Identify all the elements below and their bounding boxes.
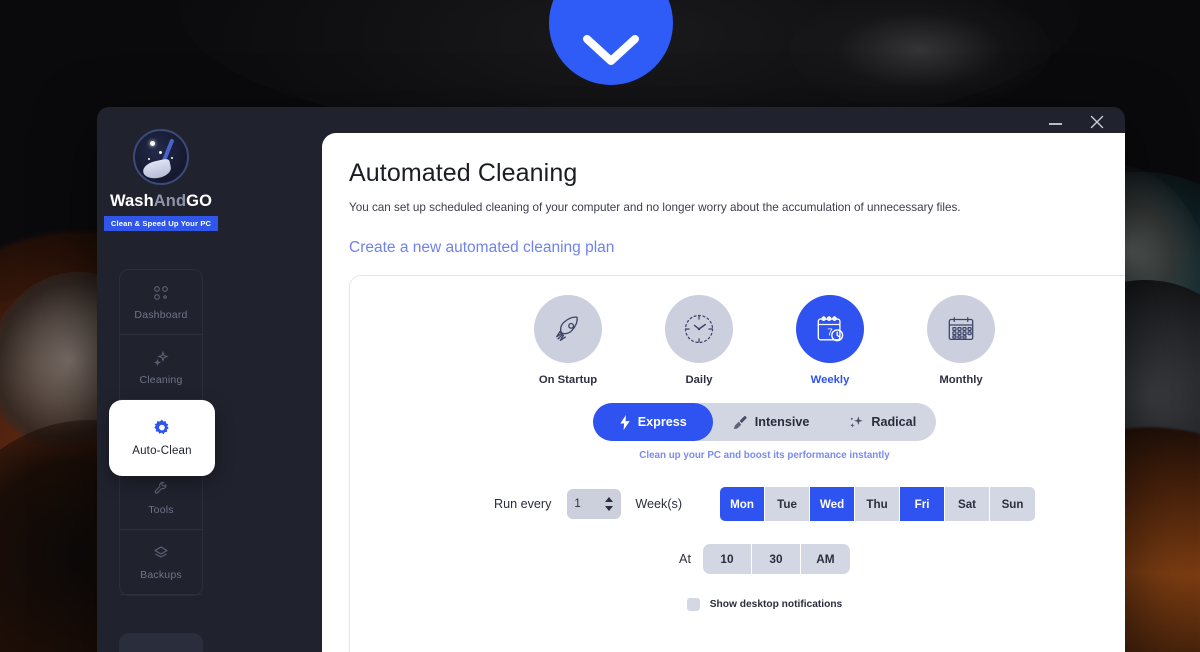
schedule-type-daily[interactable]: Daily: [665, 295, 733, 386]
sidebar-item-label: Backups: [140, 568, 182, 581]
sidebar-item-label: Dashboard: [134, 308, 188, 321]
cleaning-mode-row: Express Intensive Radical: [350, 403, 1125, 441]
cleaning-mode-tabs: Express Intensive Radical: [592, 403, 937, 441]
weekday-tue[interactable]: Tue: [765, 487, 811, 521]
sidebar-nav: Dashboard Cleaning Tools Backups Auto-Cl…: [109, 269, 215, 596]
plan-card: On Startup Daily 7 Weekly Monthly Expres…: [349, 275, 1125, 652]
weekday-fri[interactable]: Fri: [900, 487, 946, 521]
show-notifications-label: Show desktop notifications: [709, 599, 843, 610]
time-picker: 10 30 AM: [702, 544, 850, 574]
sidebar-item-label: Auto-Clean: [132, 444, 192, 457]
schedule-type-selector: On Startup Daily 7 Weekly Monthly: [350, 276, 1125, 386]
notifications-row: Show desktop notifications: [350, 598, 1125, 611]
stepper-arrows-icon[interactable]: [604, 496, 614, 512]
brand-name-part1: Wash: [109, 192, 154, 210]
clock-icon: [665, 295, 733, 363]
scroll-down-badge[interactable]: [549, 0, 673, 85]
wallpaper-decor: [790, 0, 1050, 110]
mode-tab-label: Radical: [871, 415, 917, 429]
sidebar-item-label: Tools: [148, 503, 174, 516]
mode-tab-express[interactable]: Express: [592, 403, 713, 441]
mode-tab-label: Express: [637, 415, 687, 429]
weekday-wed[interactable]: Wed: [810, 487, 856, 521]
dashboard-grid-icon: [153, 284, 169, 302]
layers-icon: [153, 544, 169, 562]
gear-icon: [151, 419, 173, 438]
minimize-icon: [1048, 123, 1062, 125]
sidebar-item-auto-clean[interactable]: Auto-Clean: [109, 400, 215, 476]
calendar-month-icon: [927, 295, 995, 363]
buy-full-button[interactable]: Buy Full: [119, 633, 203, 652]
weekday-sun[interactable]: Sun: [990, 487, 1036, 521]
sidebar: WashAndGO Clean & Speed Up Your PC Dashb…: [97, 107, 225, 652]
close-icon: [1090, 115, 1104, 134]
page-description: You can set up scheduled cleaning of you…: [349, 201, 961, 214]
mode-tab-label: Intensive: [754, 415, 810, 429]
weekday-selector: Mon Tue Wed Thu Fri Sat Sun: [720, 487, 1036, 521]
sidebar-item-label: Cleaning: [139, 373, 183, 386]
brand-tagline: Clean & Speed Up Your PC: [103, 216, 219, 231]
mode-hint-text: Clean up your PC and boost its performan…: [639, 450, 890, 461]
schedule-type-weekly[interactable]: 7 Weekly: [796, 295, 864, 386]
app-window: WashAndGO Clean & Speed Up Your PC Dashb…: [97, 107, 1125, 652]
schedule-type-label: Monthly: [939, 374, 983, 386]
interval-unit-label: Week(s): [635, 497, 683, 511]
desktop-background: WashAndGO Clean & Speed Up Your PC Dashb…: [0, 0, 1200, 652]
weekday-mon[interactable]: Mon: [720, 487, 766, 521]
run-every-label: Run every: [493, 497, 552, 511]
wrench-icon: [153, 479, 169, 497]
interval-stepper[interactable]: 1: [567, 489, 622, 519]
chevron-down-icon: [579, 31, 643, 71]
washandgo-logo-icon: [133, 129, 189, 185]
time-meridiem[interactable]: AM: [801, 544, 850, 574]
sparkles-icon: [849, 415, 864, 430]
sidebar-item-cleaning[interactable]: Cleaning: [120, 335, 202, 400]
schedule-type-label: Daily: [685, 374, 713, 386]
sidebar-item-dashboard[interactable]: Dashboard: [120, 270, 202, 335]
at-label: At: [679, 552, 691, 566]
schedule-type-label: Weekly: [810, 374, 850, 386]
create-plan-link[interactable]: Create a new automated cleaning plan: [349, 239, 1125, 257]
brush-icon: [733, 415, 748, 430]
rocket-icon: [534, 295, 602, 363]
weekday-sat[interactable]: Sat: [945, 487, 991, 521]
time-minute[interactable]: 30: [752, 544, 801, 574]
sparkle-icon: [153, 349, 169, 367]
weekday-thu[interactable]: Thu: [855, 487, 901, 521]
sidebar-item-backups[interactable]: Backups: [120, 530, 202, 595]
interval-value: 1: [574, 498, 581, 510]
time-hour[interactable]: 10: [703, 544, 752, 574]
mode-tab-intensive[interactable]: Intensive: [713, 403, 830, 441]
schedule-type-monthly[interactable]: Monthly: [927, 295, 995, 386]
calendar-week-icon: 7: [796, 295, 864, 363]
schedule-type-label: On Startup: [538, 374, 598, 386]
page-title: Automated Cleaning: [349, 159, 578, 187]
time-row: At 10 30 AM: [350, 544, 1125, 574]
brand-name: WashAndGO: [110, 192, 212, 211]
brand-logo: WashAndGO Clean & Speed Up Your PC: [97, 129, 225, 231]
mode-tab-radical[interactable]: Radical: [829, 403, 936, 441]
brand-name-part3: GO: [186, 192, 213, 210]
schedule-type-on-startup[interactable]: On Startup: [534, 295, 602, 386]
show-notifications-checkbox[interactable]: [686, 598, 700, 611]
brand-name-part2: And: [153, 192, 187, 210]
main-panel: Automated Cleaning You can set up schedu…: [322, 133, 1125, 652]
lightning-icon: [619, 414, 631, 430]
run-interval-row: Run every 1 Week(s) Mon Tue Wed Thu Fri …: [350, 487, 1125, 521]
